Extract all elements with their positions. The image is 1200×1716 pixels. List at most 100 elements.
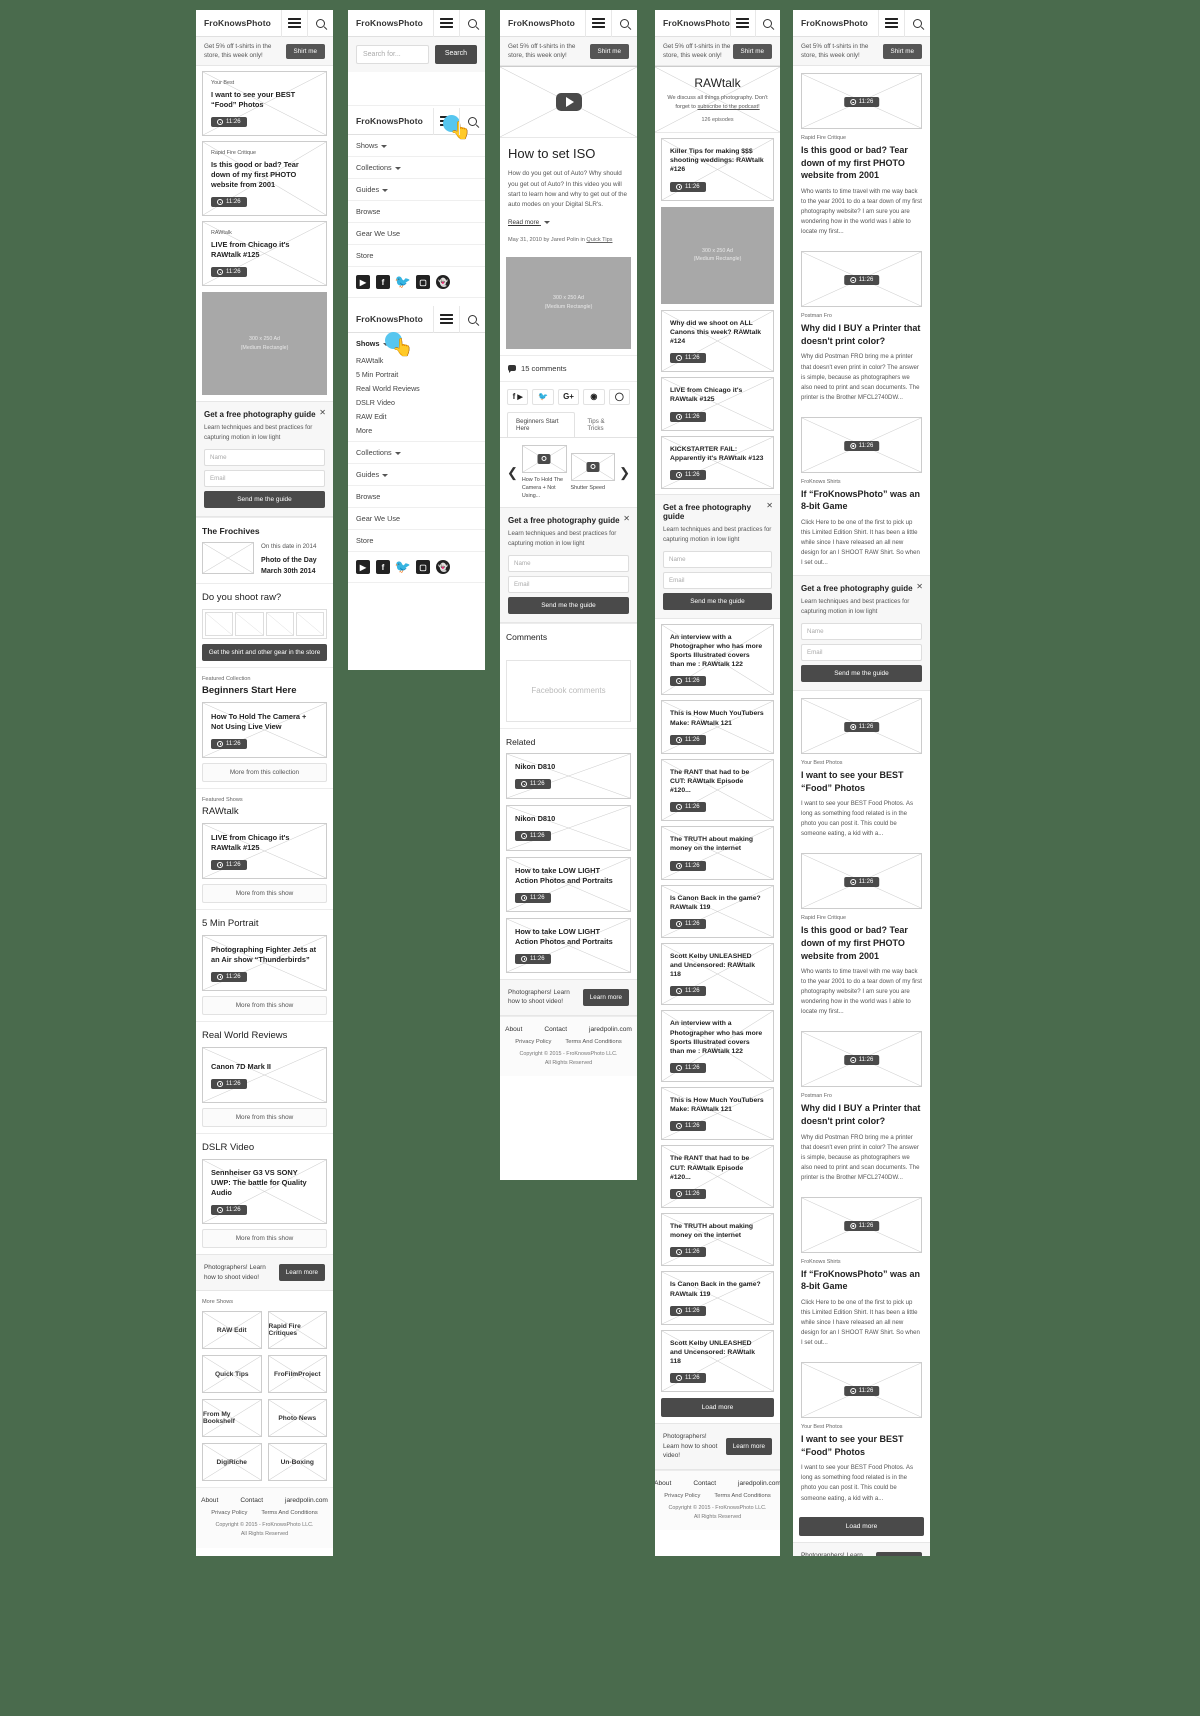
nav-item-browse[interactable]: Browse xyxy=(348,201,485,223)
footer-link-privacy[interactable]: Privacy Policy xyxy=(211,1510,247,1516)
more-from-show-button[interactable]: More from this show xyxy=(202,1108,327,1128)
twitter-icon[interactable]: 🐦 xyxy=(395,274,411,289)
show-tile[interactable]: Quick Tips xyxy=(202,1355,262,1394)
show-card[interactable]: LIVE from Chicago it's RAWtalk #125 11:2… xyxy=(202,823,327,880)
episode-card[interactable]: This is How Much YouTubers Make: RAWtalk… xyxy=(661,1087,774,1141)
brand-logo[interactable]: FroKnowsPhoto xyxy=(655,18,730,28)
search-icon[interactable] xyxy=(904,10,930,37)
hamburger-icon[interactable] xyxy=(878,10,904,37)
send-guide-button[interactable]: Send me the guide xyxy=(663,592,772,610)
more-icon[interactable]: ◯ xyxy=(608,388,631,405)
footer-link-terms[interactable]: Terms And Conditions xyxy=(565,1039,621,1045)
episode-card[interactable]: An interview with a Photographer who has… xyxy=(661,1010,774,1083)
show-tile[interactable]: Rapid Fire Critiques xyxy=(267,1311,327,1350)
brand-logo[interactable]: FroKnowsPhoto xyxy=(348,314,433,324)
post-thumbnail[interactable]: 11:26 xyxy=(801,416,922,473)
footer-link-jaredpolin[interactable]: jaredpolin.com xyxy=(738,1480,780,1487)
search-icon[interactable] xyxy=(611,10,637,37)
post-thumbnail[interactable]: 11:26 xyxy=(801,251,922,308)
show-card[interactable]: Sennheiser G3 VS SONY UWP: The battle fo… xyxy=(202,1159,327,1225)
nav-item-gear-we-use[interactable]: Gear We Use xyxy=(348,508,485,530)
shirt-me-button[interactable]: Shirt me xyxy=(732,43,772,59)
name-input[interactable]: Name xyxy=(663,550,772,568)
more-from-show-button[interactable]: More from this show xyxy=(202,884,327,904)
episode-card[interactable]: Killer Tips for making $$$ shooting wedd… xyxy=(661,138,774,201)
episode-card[interactable]: Is Canon Back in the game? RAWtalk 119 11… xyxy=(661,884,774,938)
name-input[interactable]: Name xyxy=(508,554,629,572)
load-more-button[interactable]: Load more xyxy=(799,1516,924,1536)
facebook-comments-embed[interactable]: Facebook comments xyxy=(506,659,631,722)
tab-tips-tricks[interactable]: Tips & Tricks xyxy=(578,411,627,437)
related-card[interactable]: Nikon D810 11:26 xyxy=(506,752,631,799)
show-tile[interactable]: Un-Boxing xyxy=(267,1443,327,1482)
footer-link-terms[interactable]: Terms And Conditions xyxy=(714,1493,770,1499)
facebook-icon[interactable]: f ▶ xyxy=(507,388,529,405)
nav-item-store[interactable]: Store xyxy=(348,245,485,267)
email-input[interactable]: Email xyxy=(508,575,629,593)
nav-item-guides[interactable]: Guides xyxy=(348,464,485,486)
post-thumbnail[interactable]: 11:26 xyxy=(801,697,922,754)
shirt-me-button[interactable]: Shirt me xyxy=(285,43,325,59)
subscribe-link[interactable]: subscribe to the podcast! xyxy=(697,104,759,110)
read-more-link[interactable]: Read more xyxy=(508,219,550,226)
youtube-icon[interactable]: ▶ xyxy=(356,275,370,289)
frochives-thumb[interactable] xyxy=(202,541,254,574)
show-tile[interactable]: RAW Edit xyxy=(202,1311,262,1350)
footer-link-privacy[interactable]: Privacy Policy xyxy=(515,1039,551,1045)
episode-card[interactable]: Is Canon Back in the game? RAWtalk 119 11… xyxy=(661,1271,774,1325)
google-plus-icon[interactable]: G+ xyxy=(557,388,580,405)
more-from-show-button[interactable]: More from this show xyxy=(202,996,327,1016)
snapchat-icon[interactable]: 👻 xyxy=(436,275,450,289)
feed-card[interactable]: RAWtalk LIVE from Chicago it's RAWtalk #… xyxy=(202,221,327,287)
show-card[interactable]: Photographing Fighter Jets at an Air sho… xyxy=(202,935,327,992)
instagram-icon[interactable]: ▢ xyxy=(416,560,430,574)
close-icon[interactable]: ✕ xyxy=(319,409,326,417)
carousel-item[interactable]: How To Hold The Camera + Not Using... xyxy=(521,444,567,500)
hamburger-icon[interactable] xyxy=(281,10,307,37)
ad-slot[interactable]: 300 x 250 Ad (Medium Rectangle) xyxy=(202,292,327,396)
related-card[interactable]: How to take LOW LIGHT Action Photos and … xyxy=(506,917,631,973)
episode-card[interactable]: Scott Kelby UNLEASHED and Uncensored: RA… xyxy=(661,942,774,1006)
episode-card[interactable]: This is How Much YouTubers Make: RAWtalk… xyxy=(661,700,774,754)
email-input[interactable]: Email xyxy=(801,643,922,661)
send-guide-button[interactable]: Send me the guide xyxy=(204,490,325,508)
nav-subitem-real-world-reviews[interactable]: Real World Reviews xyxy=(348,382,485,396)
blog-post[interactable]: 11:26 Your Best Photos I want to see your … xyxy=(793,1355,930,1510)
blog-post[interactable]: 11:26 Rapid Fire Critique Is this good or … xyxy=(793,66,930,244)
post-thumbnail[interactable]: 11:26 xyxy=(801,73,922,130)
hamburger-icon[interactable]: 👆 xyxy=(433,107,471,139)
blog-post[interactable]: 11:26 FroKnows Shirts If “FroKnowsPhoto” w… xyxy=(793,1190,930,1355)
name-input[interactable]: Name xyxy=(204,448,325,466)
collection-card[interactable]: How To Hold The Camera + Not Using Live … xyxy=(202,702,327,759)
brand-logo[interactable]: FroKnowsPhoto xyxy=(196,18,281,28)
nav-item-collections[interactable]: Collections xyxy=(348,442,485,464)
hamburger-icon[interactable] xyxy=(585,10,611,37)
blog-post[interactable]: 11:26 Postman Fro Why did I BUY a Printer … xyxy=(793,1024,930,1189)
post-thumbnail[interactable]: 11:26 xyxy=(801,1031,922,1088)
learn-more-button[interactable]: Learn more xyxy=(875,1551,922,1556)
snapchat-icon[interactable]: 👻 xyxy=(436,560,450,574)
post-thumbnail[interactable]: 11:26 xyxy=(801,1362,922,1419)
tab-beginners-start-here[interactable]: Beginners Start Here xyxy=(507,411,576,437)
nav-item-shows-open[interactable]: Shows 👆 xyxy=(348,332,485,356)
search-icon[interactable] xyxy=(459,107,485,135)
video-player[interactable] xyxy=(500,66,637,139)
send-guide-button[interactable]: Send me the guide xyxy=(508,596,629,614)
episode-card[interactable]: The TRUTH about making money on the inte… xyxy=(661,1212,774,1267)
episode-card[interactable]: An interview with a Photographer who has… xyxy=(661,623,774,696)
ad-slot[interactable]: 300 x 250 Ad (Medium Rectangle) xyxy=(661,206,774,304)
email-input[interactable]: Email xyxy=(204,469,325,487)
close-icon[interactable]: ✕ xyxy=(623,515,630,523)
related-card[interactable]: Nikon D810 11:26 xyxy=(506,804,631,851)
nav-subitem-more[interactable]: More xyxy=(348,424,485,442)
episode-card[interactable]: KICKSTARTER FAIL: Apparently it's RAWtal… xyxy=(661,435,774,489)
related-card[interactable]: How to take LOW LIGHT Action Photos and … xyxy=(506,856,631,912)
blog-post[interactable]: 11:26 Postman Fro Why did I BUY a Printer … xyxy=(793,244,930,409)
learn-more-button[interactable]: Learn more xyxy=(725,1438,772,1456)
close-icon[interactable]: ✕ xyxy=(766,501,773,510)
hamburger-icon[interactable] xyxy=(433,10,459,37)
more-from-show-button[interactable]: More from this show xyxy=(202,1229,327,1249)
ad-slot[interactable]: 300 x 250 Ad (Medium Rectangle) xyxy=(506,256,631,349)
hamburger-icon[interactable] xyxy=(729,10,755,37)
footer-link-contact[interactable]: Contact xyxy=(240,1497,263,1504)
